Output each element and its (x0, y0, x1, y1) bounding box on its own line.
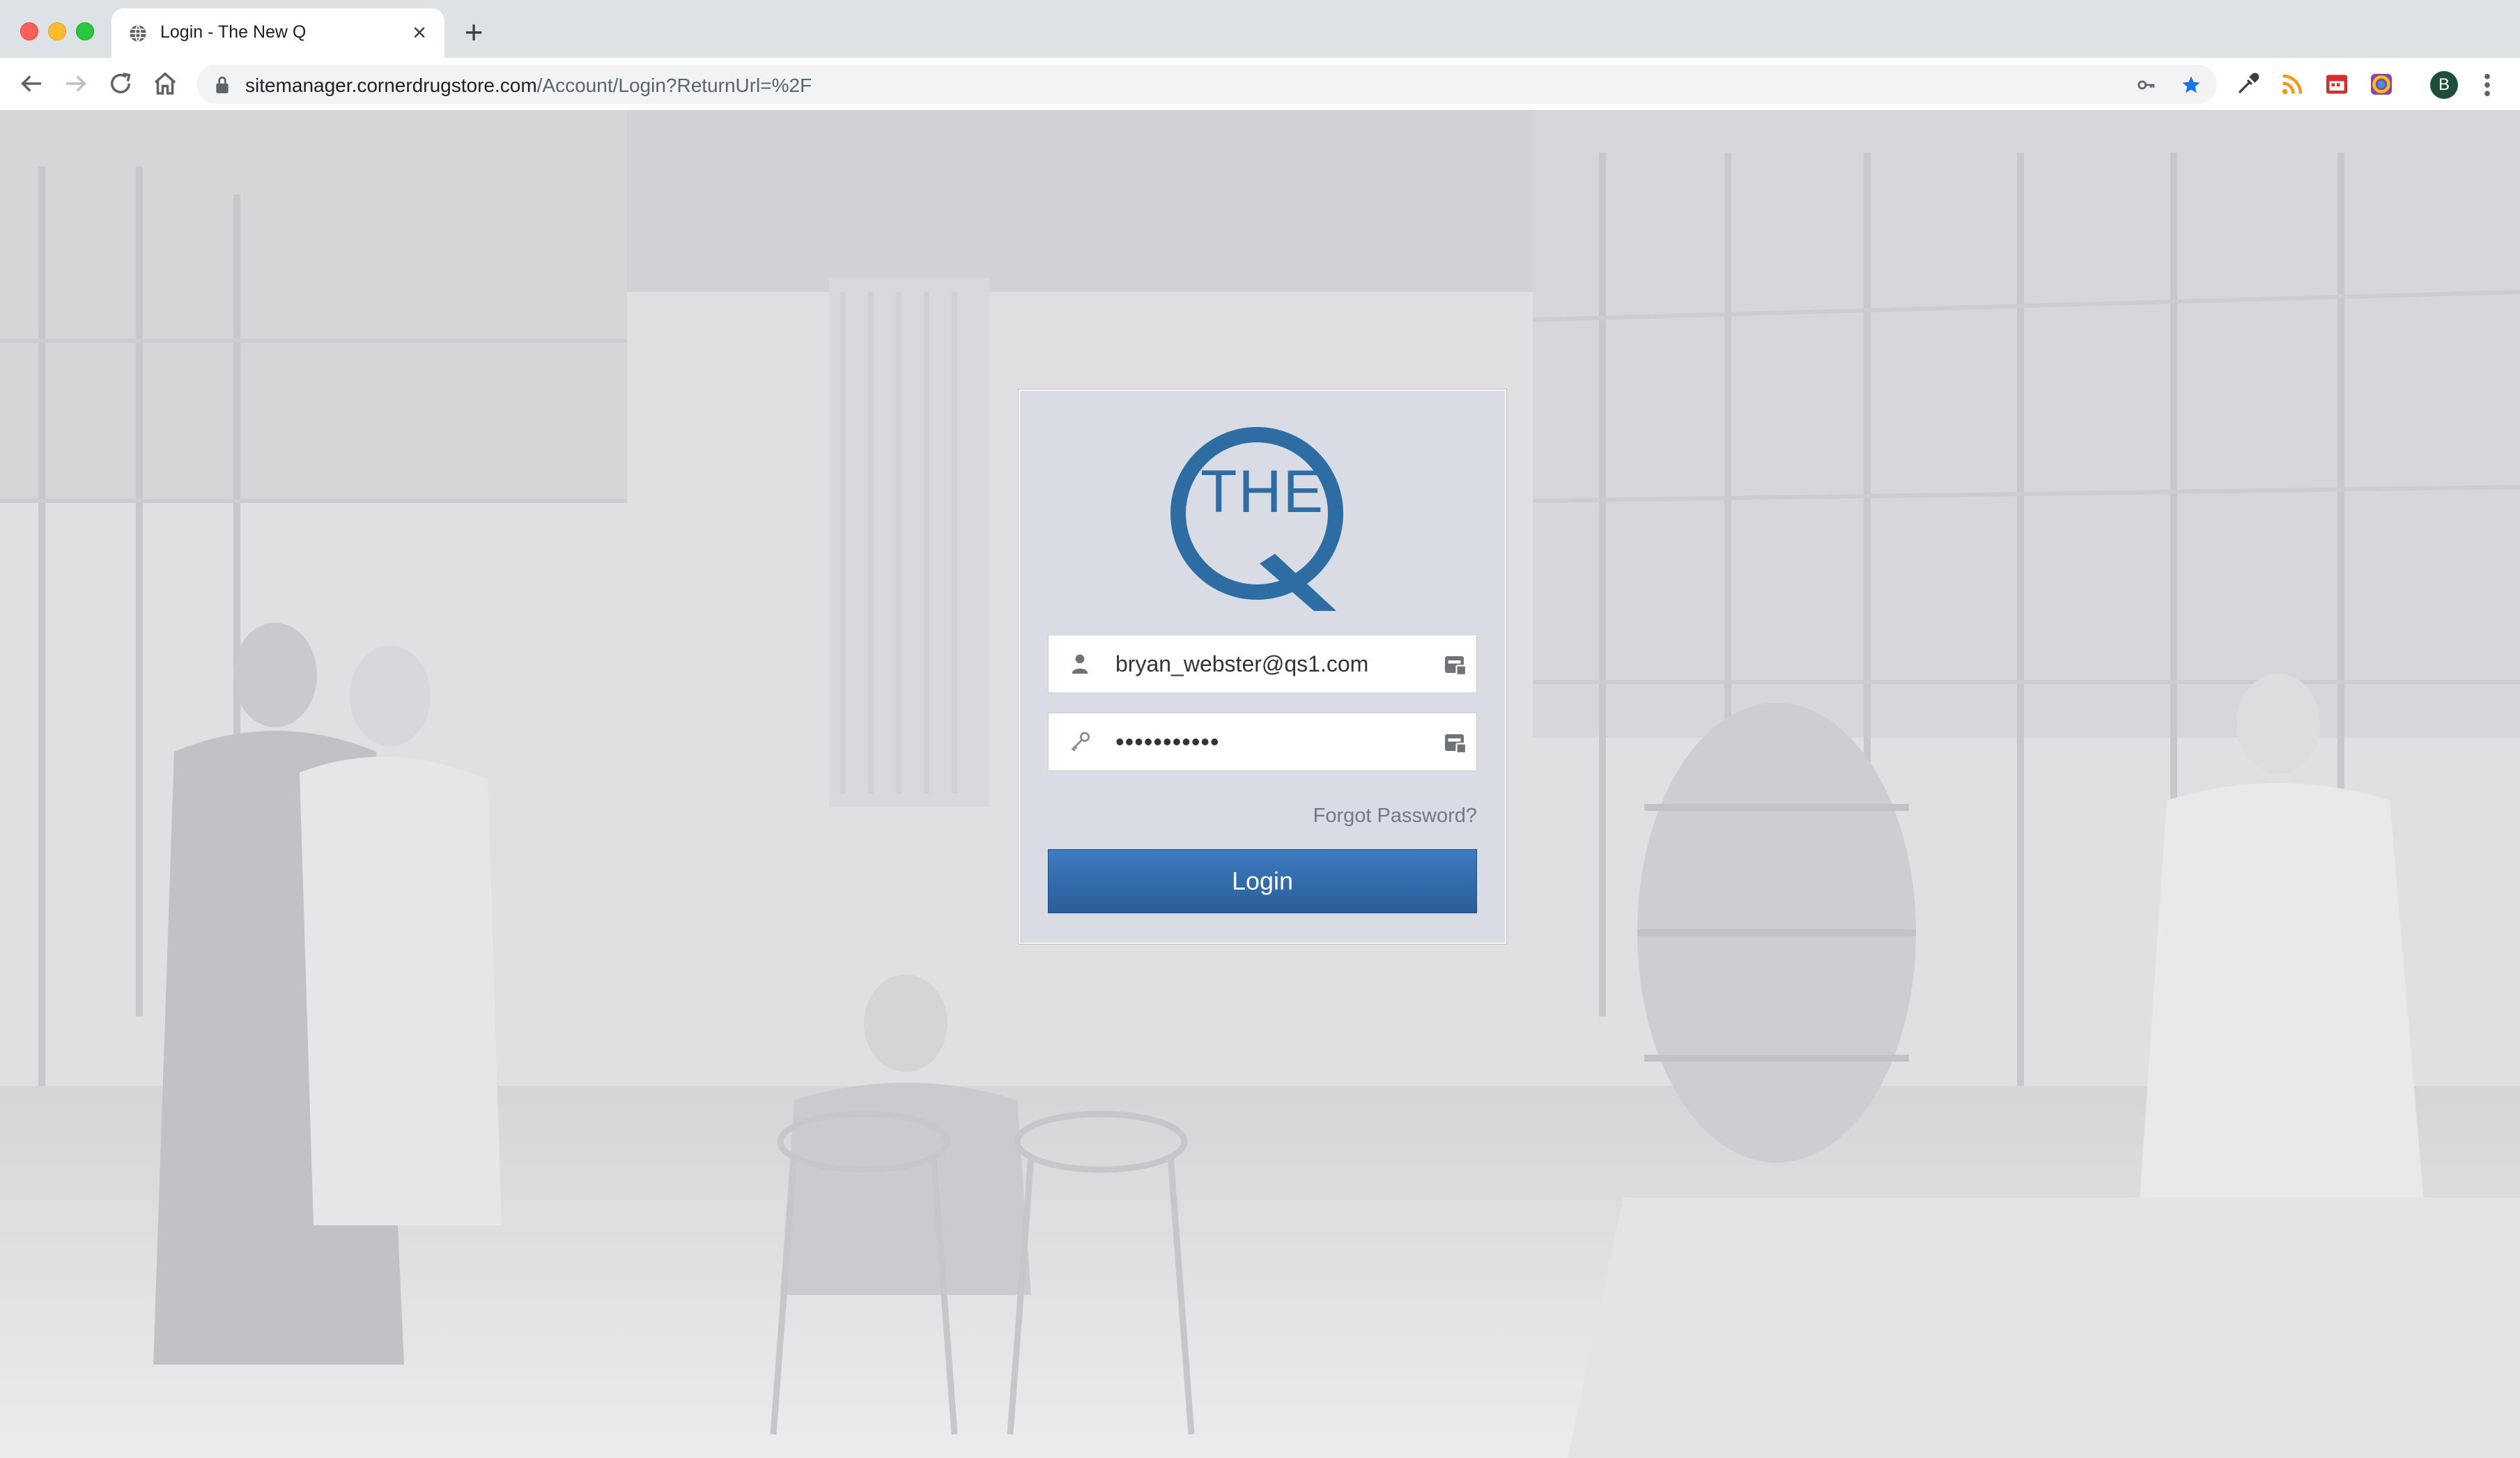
star-icon[interactable] (2181, 75, 2202, 95)
maximize-window-button[interactable] (76, 22, 94, 40)
browser-tab-active[interactable]: Login - The New Q × (111, 8, 445, 58)
back-arrow-icon[interactable] (17, 69, 46, 98)
login-button[interactable]: Login (1048, 849, 1477, 913)
password-manager-icon[interactable] (1443, 730, 1468, 755)
tab-title: Login - The New Q (160, 22, 307, 42)
tab-strip: Login - The New Q × + (0, 0, 2520, 58)
forgot-password-link[interactable]: Forgot Password? (1313, 805, 1477, 828)
username-field[interactable] (1048, 635, 1477, 693)
forward-arrow-icon[interactable] (61, 69, 91, 98)
logo-text: THE (1200, 458, 1324, 525)
home-icon[interactable] (150, 69, 180, 98)
reload-icon[interactable] (106, 69, 135, 98)
rss-extension-icon[interactable] (2280, 72, 2305, 97)
minimize-window-button[interactable] (48, 22, 66, 40)
login-panel: THE bryan_webster@qs1.com ••••••••••• Fo… (1019, 389, 1506, 944)
more-menu-icon[interactable] (2480, 70, 2494, 100)
new-tab-button[interactable]: + (461, 16, 486, 48)
page-content: THE bryan_webster@qs1.com ••••••••••• Fo… (0, 111, 2520, 1458)
close-icon[interactable]: × (408, 21, 431, 45)
url-host: sitemanager.cornerdrugstore.com (245, 75, 537, 96)
password-manager-icon[interactable] (1443, 652, 1468, 677)
url-text[interactable]: sitemanager.cornerdrugstore.com/Account/… (245, 75, 812, 97)
address-bar[interactable]: sitemanager.cornerdrugstore.com/Account/… (196, 65, 2217, 104)
browser-toolbar: sitemanager.cornerdrugstore.com/Account/… (0, 58, 2520, 111)
calendar-extension-icon[interactable] (2324, 72, 2349, 97)
color-wheel-extension-icon[interactable] (2369, 72, 2394, 97)
eyedropper-extension-icon[interactable] (2235, 72, 2260, 97)
user-icon (1072, 654, 1088, 674)
key-icon[interactable] (2136, 75, 2157, 95)
profile-avatar[interactable]: B (2430, 71, 2458, 99)
lock-icon[interactable] (213, 75, 231, 95)
password-input[interactable] (1115, 713, 1422, 770)
the-q-logo: THE (1170, 427, 1354, 611)
browser-window: Login - The New Q × + sitemanager.corner… (0, 0, 2520, 1458)
username-input[interactable] (1115, 635, 1422, 692)
close-window-button[interactable] (20, 22, 38, 40)
url-path: /Account/Login?ReturnUrl=%2F (536, 75, 812, 96)
key-icon (1071, 731, 1090, 752)
globe-icon (130, 24, 146, 42)
password-field[interactable] (1048, 713, 1477, 771)
